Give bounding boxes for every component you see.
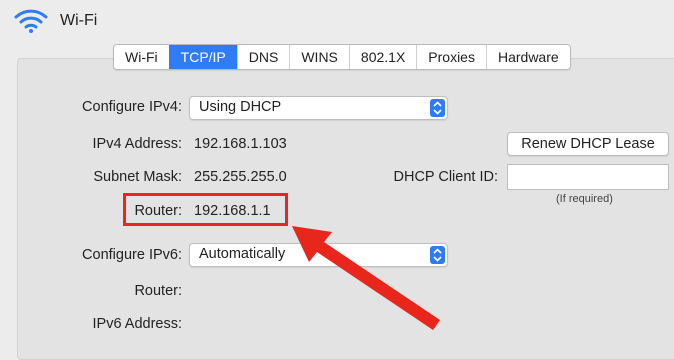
- tab-hardware[interactable]: Hardware: [485, 45, 570, 69]
- tab-bar: Wi-Fi TCP/IP DNS WINS 802.1X Proxies Har…: [113, 44, 571, 70]
- tab-dns[interactable]: DNS: [236, 45, 290, 69]
- tab-proxies[interactable]: Proxies: [416, 45, 486, 69]
- tab-tcpip[interactable]: TCP/IP: [168, 45, 237, 69]
- tab-8021x[interactable]: 802.1X: [348, 45, 417, 69]
- tab-wifi[interactable]: Wi-Fi: [114, 45, 169, 69]
- tab-wins[interactable]: WINS: [289, 45, 349, 69]
